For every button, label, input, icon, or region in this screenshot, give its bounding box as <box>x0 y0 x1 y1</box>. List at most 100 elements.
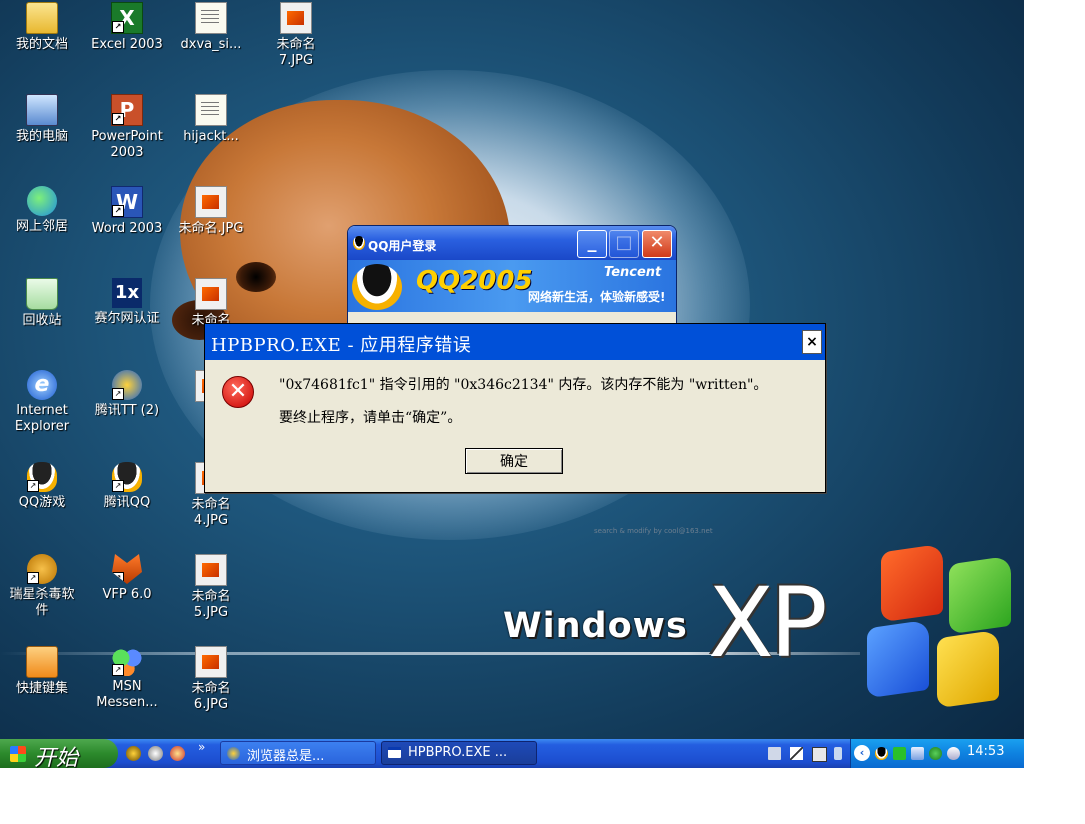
qq-penguin-icon <box>352 264 402 310</box>
tencent-tt-icon <box>227 747 240 760</box>
error-dialog-title: HPBPRO.EXE - 应用程序错误 <box>211 335 472 356</box>
shortcut-arrow-icon: ↗ <box>27 480 39 492</box>
qq-close-button[interactable]: ✕ <box>642 230 672 258</box>
qq-banner: QQ2005 Tencent 网络新生活，体验新感受! <box>348 260 676 312</box>
desktop-icon-label: 瑞星杀毒软 件 <box>9 587 75 618</box>
desktop-icon[interactable]: P ↗ PowerPoint 2003 <box>85 94 169 161</box>
jpg-file-icon <box>195 186 227 218</box>
desktop-icon[interactable]: ↗ 腾讯QQ <box>85 462 169 511</box>
tencent-tt-icon: ↗ <box>112 370 142 400</box>
qq-login-window[interactable]: QQ用户登录 _ □ ✕ QQ2005 Tencent 网络新生活，体验新感受! <box>347 225 677 327</box>
qq-login-titlebar[interactable]: QQ用户登录 _ □ ✕ <box>348 226 676 260</box>
shortcut-arrow-icon: ↗ <box>112 480 124 492</box>
network-tray-icon[interactable] <box>911 747 924 760</box>
error-icon: ✕ <box>222 376 254 408</box>
cernet-auth-icon: 1x <box>112 278 142 308</box>
taskbar: 开始 » 浏览器总是... HPBPRO.EXE ... ‹ 14:53 <box>0 739 1024 768</box>
desktop-icon-label: 我的电脑 <box>15 129 68 144</box>
desktop-icon[interactable]: 快捷键集 <box>0 646 84 697</box>
wallpaper-brand-xp: XP <box>708 567 828 679</box>
taskbar-button-label: HPBPRO.EXE ... <box>408 745 508 760</box>
qq-maximize-button: □ <box>609 230 639 258</box>
desktop-icon[interactable]: 我的电脑 <box>0 94 84 145</box>
desktop-icon[interactable]: W ↗ Word 2003 <box>85 186 169 237</box>
desktop-icon[interactable]: ↗ VFP 6.0 <box>85 554 169 603</box>
volume-tray-icon[interactable] <box>947 747 960 760</box>
desktop-icon[interactable]: 未命名 7.JPG <box>254 2 338 69</box>
qq-banner-company: Tencent <box>604 265 662 280</box>
jpg-file-icon <box>280 2 312 34</box>
quick-launch-tt-icon[interactable] <box>126 746 141 761</box>
desktop-icon-label: 未命名.JPG <box>178 221 244 236</box>
desktop-icon[interactable]: ↗ 瑞星杀毒软 件 <box>0 554 84 619</box>
shortcut-arrow-icon: ↗ <box>112 205 124 217</box>
taskbar-button-browser[interactable]: 浏览器总是... <box>220 741 376 765</box>
shortcut-arrow-icon: ↗ <box>112 21 124 33</box>
desktop-icon-label: hijackt... <box>183 129 239 144</box>
windows-flag-logo <box>865 543 1015 723</box>
qq-minimize-button[interactable]: _ <box>577 230 607 258</box>
desktop-icon[interactable]: 回收站 <box>0 278 84 329</box>
error-dialog[interactable]: HPBPRO.EXE - 应用程序错误 × ✕ "0x74681fc1" 指令引… <box>204 323 826 493</box>
desktop-icon-label: 腾讯QQ <box>103 495 151 510</box>
desktop-icon-label: 腾讯TT (2) <box>94 403 160 418</box>
qq-icon: ↗ <box>112 462 142 492</box>
error-message-line2: 要终止程序，请单击“确定”。 <box>279 410 462 426</box>
desktop-icon-label: 未命名 7.JPG <box>276 37 316 68</box>
error-dialog-titlebar[interactable]: HPBPRO.EXE - 应用程序错误 × <box>205 324 825 360</box>
desktop-icon[interactable]: X ↗ Excel 2003 <box>85 2 169 53</box>
error-dialog-close-button[interactable]: × <box>802 330 822 354</box>
cernet-tray-icon[interactable] <box>893 747 906 760</box>
shortcut-arrow-icon: ↗ <box>112 388 124 400</box>
powerpoint-icon: P ↗ <box>111 94 143 126</box>
desktop-icon[interactable]: dxva_si... <box>169 2 253 53</box>
shortcut-arrow-icon: ↗ <box>112 113 124 125</box>
desktop-icon[interactable]: hijackt... <box>169 94 253 145</box>
umbrella-tray-icon[interactable] <box>929 747 942 760</box>
desktop: search & modify by cool@163.net Windows … <box>0 0 1024 768</box>
excel-icon: X ↗ <box>111 2 143 34</box>
quick-launch-more-button[interactable]: » <box>198 740 205 754</box>
recycle-bin-icon <box>26 278 58 310</box>
clock[interactable]: 14:53 <box>967 744 1004 759</box>
usb-icon[interactable] <box>834 747 842 760</box>
desktop-icon[interactable]: ↗ MSN Messen... <box>85 646 169 711</box>
qq-game-icon: ↗ <box>27 462 57 492</box>
text-file-icon <box>195 94 227 126</box>
desktop-icon[interactable]: 1x 赛尔网认证 <box>85 278 169 327</box>
pen-icon[interactable] <box>790 747 803 760</box>
keyboard-icon[interactable] <box>768 747 781 760</box>
desktop-icon-label: 未命名 4.JPG <box>191 497 231 528</box>
quick-launch-clock-icon[interactable] <box>148 746 163 761</box>
qq-penguin-icon <box>353 236 365 250</box>
my-documents-icon <box>26 2 58 34</box>
desktop-icon[interactable]: 未命名 5.JPG <box>169 554 253 621</box>
shortcut-arrow-icon: ↗ <box>27 572 39 584</box>
taskbar-button-hpbpro[interactable]: HPBPRO.EXE ... <box>381 741 537 765</box>
desktop-icon[interactable]: 我的文档 <box>0 2 84 53</box>
desktop-icon[interactable]: ↗ 腾讯TT (2) <box>85 370 169 419</box>
desktop-icon[interactable]: e Internet Explorer <box>0 370 84 435</box>
qq-login-title: QQ用户登录 <box>368 239 437 253</box>
desktop-icon[interactable]: 网上邻居 <box>0 186 84 235</box>
word-icon: W ↗ <box>111 186 143 218</box>
desktop-icon-label: 未命名 6.JPG <box>191 681 231 712</box>
start-label: 开始 <box>34 746 79 768</box>
quick-launch-ie-icon[interactable] <box>170 746 185 761</box>
network-places-icon <box>27 186 57 216</box>
ok-button[interactable]: 确定 <box>465 448 563 474</box>
desktop-icon[interactable]: ↗ QQ游戏 <box>0 462 84 511</box>
taskbar-button-label: 浏览器总是... <box>247 749 325 764</box>
ime-icon[interactable] <box>812 747 827 762</box>
start-button[interactable]: 开始 <box>0 739 118 768</box>
qq-tray-icon[interactable] <box>875 747 888 760</box>
window-icon <box>388 747 401 758</box>
jpg-file-icon <box>195 646 227 678</box>
tray-expand-button[interactable]: ‹ <box>854 745 870 761</box>
wallpaper-brand-windows: Windows <box>503 606 688 646</box>
desktop-icon[interactable]: 未命名 6.JPG <box>169 646 253 713</box>
system-tray: ‹ 14:53 <box>850 739 1024 768</box>
windows-logo-icon <box>10 746 26 762</box>
desktop-icon[interactable]: 未命名.JPG <box>169 186 253 237</box>
shortcut-folder-icon <box>26 646 58 678</box>
